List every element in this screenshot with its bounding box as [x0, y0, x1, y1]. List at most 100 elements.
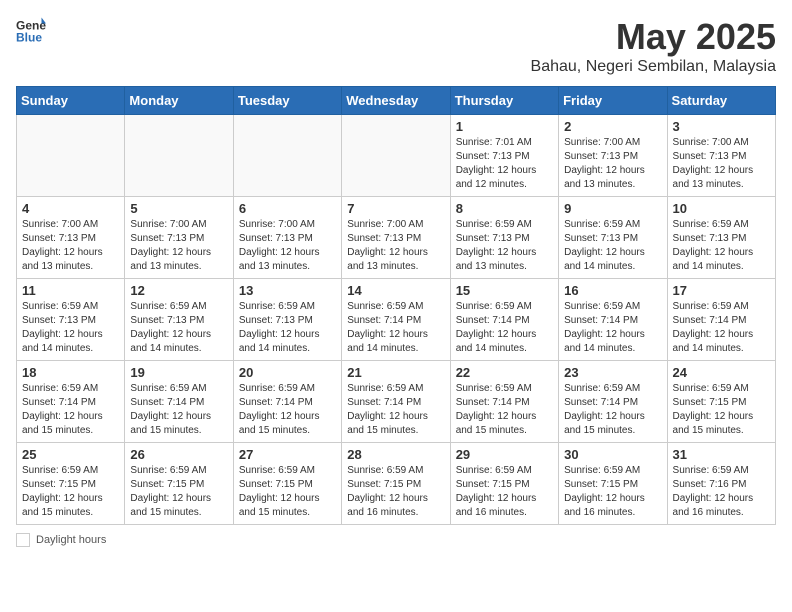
- day-number: 22: [456, 365, 553, 380]
- day-number: 9: [564, 201, 661, 216]
- calendar-cell: 10 Sunrise: 6:59 AM Sunset: 7:13 PM Dayli…: [667, 197, 775, 279]
- day-number: 2: [564, 119, 661, 134]
- day-number: 26: [130, 447, 227, 462]
- calendar-cell: 19Sunrise: 6:59 AM Sunset: 7:14 PM Dayli…: [125, 361, 233, 443]
- day-info: Sunrise: 7:00 AM Sunset: 7:13 PM Dayligh…: [564, 136, 661, 192]
- day-info: Sunrise: 6:59 AM Sunset: 7:15 PM Dayligh…: [22, 464, 119, 520]
- calendar-cell: [342, 115, 450, 197]
- day-info: Sunrise: 6:59 AM Sunset: 7:14 PM Dayligh…: [673, 300, 770, 356]
- calendar-cell: 21 Sunrise: 6:59 AM Sunset: 7:14 PM Dayli…: [342, 361, 450, 443]
- calendar-cell: 2 Sunrise: 7:00 AM Sunset: 7:13 PM Daylig…: [559, 115, 667, 197]
- calendar-cell: 15Sunrise: 6:59 AM Sunset: 7:14 PM Dayli…: [450, 279, 558, 361]
- day-info: Sunrise: 6:59 AM Sunset: 7:14 PM Dayligh…: [347, 382, 444, 438]
- calendar-cell: 8 Sunrise: 6:59 AM Sunset: 7:13 PM Daylig…: [450, 197, 558, 279]
- calendar-header-wednesday: Wednesday: [342, 87, 450, 115]
- day-number: 10: [673, 201, 770, 216]
- day-number: 3: [673, 119, 770, 134]
- day-number: 14: [347, 283, 444, 298]
- day-info: Sunrise: 7:00 AM Sunset: 7:13 PM Dayligh…: [347, 218, 444, 274]
- day-number: 11: [22, 283, 119, 298]
- day-number: 29: [456, 447, 553, 462]
- calendar-cell: 30Sunrise: 6:59 AM Sunset: 7:15 PM Dayli…: [559, 443, 667, 525]
- calendar-week-5: 25 Sunrise: 6:59 AM Sunset: 7:15 PM Dayli…: [17, 443, 776, 525]
- day-number: 17: [673, 283, 770, 298]
- day-info: Sunrise: 7:00 AM Sunset: 7:13 PM Dayligh…: [239, 218, 336, 274]
- calendar-week-2: 4 Sunrise: 7:00 AM Sunset: 7:13 PM Daylig…: [17, 197, 776, 279]
- day-info: Sunrise: 6:59 AM Sunset: 7:15 PM Dayligh…: [456, 464, 553, 520]
- day-number: 20: [239, 365, 336, 380]
- calendar-header-monday: Monday: [125, 87, 233, 115]
- calendar-cell: 6 Sunrise: 7:00 AM Sunset: 7:13 PM Daylig…: [233, 197, 341, 279]
- day-info: Sunrise: 7:00 AM Sunset: 7:13 PM Dayligh…: [130, 218, 227, 274]
- calendar-header-sunday: Sunday: [17, 87, 125, 115]
- calendar-header-saturday: Saturday: [667, 87, 775, 115]
- day-info: Sunrise: 7:00 AM Sunset: 7:13 PM Dayligh…: [673, 136, 770, 192]
- calendar-cell: 24 Sunrise: 6:59 AM Sunset: 7:15 PM Dayli…: [667, 361, 775, 443]
- calendar-cell: 17 Sunrise: 6:59 AM Sunset: 7:14 PM Dayli…: [667, 279, 775, 361]
- calendar-header-friday: Friday: [559, 87, 667, 115]
- main-title: May 2025: [531, 16, 776, 58]
- day-number: 4: [22, 201, 119, 216]
- calendar-cell: [17, 115, 125, 197]
- day-number: 23: [564, 365, 661, 380]
- day-info: Sunrise: 6:59 AM Sunset: 7:13 PM Dayligh…: [456, 218, 553, 274]
- day-info: Sunrise: 6:59 AM Sunset: 7:15 PM Dayligh…: [130, 464, 227, 520]
- svg-text:Blue: Blue: [16, 31, 42, 45]
- calendar-cell: 29 Sunrise: 6:59 AM Sunset: 7:15 PM Dayli…: [450, 443, 558, 525]
- day-number: 13: [239, 283, 336, 298]
- calendar-cell: 31 Sunrise: 6:59 AM Sunset: 7:16 PM Dayli…: [667, 443, 775, 525]
- day-number: 16: [564, 283, 661, 298]
- footer: Daylight hours: [16, 533, 776, 547]
- day-info: Sunrise: 6:59 AM Sunset: 7:13 PM Dayligh…: [130, 300, 227, 356]
- calendar-cell: 13Sunrise: 6:59 AM Sunset: 7:13 PM Dayli…: [233, 279, 341, 361]
- calendar-cell: 11 Sunrise: 6:59 AM Sunset: 7:13 PM Dayli…: [17, 279, 125, 361]
- calendar-cell: [125, 115, 233, 197]
- day-number: 6: [239, 201, 336, 216]
- title-area: May 2025 Bahau, Negeri Sembilan, Malaysi…: [531, 16, 776, 76]
- calendar-cell: 22 Sunrise: 6:59 AM Sunset: 7:14 PM Dayli…: [450, 361, 558, 443]
- calendar-cell: 16 Sunrise: 6:59 AM Sunset: 7:14 PM Dayli…: [559, 279, 667, 361]
- day-number: 25: [22, 447, 119, 462]
- header: General Blue May 2025 Bahau, Negeri Semb…: [16, 16, 776, 76]
- day-number: 8: [456, 201, 553, 216]
- calendar-cell: 14Sunrise: 6:59 AM Sunset: 7:14 PM Dayli…: [342, 279, 450, 361]
- calendar-header-row: SundayMondayTuesdayWednesdayThursdayFrid…: [17, 87, 776, 115]
- calendar-cell: 25 Sunrise: 6:59 AM Sunset: 7:15 PM Dayli…: [17, 443, 125, 525]
- day-number: 31: [673, 447, 770, 462]
- day-number: 18: [22, 365, 119, 380]
- day-number: 28: [347, 447, 444, 462]
- logo: General Blue: [16, 16, 46, 46]
- calendar-week-4: 18 Sunrise: 6:59 AM Sunset: 7:14 PM Dayli…: [17, 361, 776, 443]
- sub-title: Bahau, Negeri Sembilan, Malaysia: [531, 58, 776, 76]
- day-info: Sunrise: 6:59 AM Sunset: 7:15 PM Dayligh…: [673, 382, 770, 438]
- day-info: Sunrise: 6:59 AM Sunset: 7:14 PM Dayligh…: [22, 382, 119, 438]
- calendar-cell: 5Sunrise: 7:00 AM Sunset: 7:13 PM Daylig…: [125, 197, 233, 279]
- day-info: Sunrise: 6:59 AM Sunset: 7:13 PM Dayligh…: [673, 218, 770, 274]
- calendar-header-tuesday: Tuesday: [233, 87, 341, 115]
- day-number: 21: [347, 365, 444, 380]
- calendar-cell: 20 Sunrise: 6:59 AM Sunset: 7:14 PM Dayli…: [233, 361, 341, 443]
- day-info: Sunrise: 6:59 AM Sunset: 7:13 PM Dayligh…: [22, 300, 119, 356]
- calendar-week-3: 11 Sunrise: 6:59 AM Sunset: 7:13 PM Dayli…: [17, 279, 776, 361]
- day-info: Sunrise: 6:59 AM Sunset: 7:14 PM Dayligh…: [456, 382, 553, 438]
- day-info: Sunrise: 6:59 AM Sunset: 7:13 PM Dayligh…: [564, 218, 661, 274]
- day-info: Sunrise: 7:00 AM Sunset: 7:13 PM Dayligh…: [22, 218, 119, 274]
- day-number: 12: [130, 283, 227, 298]
- day-number: 15: [456, 283, 553, 298]
- day-info: Sunrise: 6:59 AM Sunset: 7:14 PM Dayligh…: [564, 300, 661, 356]
- day-info: Sunrise: 6:59 AM Sunset: 7:16 PM Dayligh…: [673, 464, 770, 520]
- daylight-box: [16, 533, 30, 547]
- calendar-week-1: 1 Sunrise: 7:01 AM Sunset: 7:13 PM Daylig…: [17, 115, 776, 197]
- day-info: Sunrise: 6:59 AM Sunset: 7:14 PM Dayligh…: [239, 382, 336, 438]
- calendar-header-thursday: Thursday: [450, 87, 558, 115]
- day-number: 24: [673, 365, 770, 380]
- day-number: 1: [456, 119, 553, 134]
- calendar-cell: 26 Sunrise: 6:59 AM Sunset: 7:15 PM Dayli…: [125, 443, 233, 525]
- day-info: Sunrise: 7:01 AM Sunset: 7:13 PM Dayligh…: [456, 136, 553, 192]
- calendar-cell: 7 Sunrise: 7:00 AM Sunset: 7:13 PM Daylig…: [342, 197, 450, 279]
- day-number: 7: [347, 201, 444, 216]
- logo-icon: General Blue: [16, 16, 46, 46]
- daylight-label: Daylight hours: [36, 534, 106, 546]
- day-info: Sunrise: 6:59 AM Sunset: 7:15 PM Dayligh…: [239, 464, 336, 520]
- calendar: SundayMondayTuesdayWednesdayThursdayFrid…: [16, 86, 776, 525]
